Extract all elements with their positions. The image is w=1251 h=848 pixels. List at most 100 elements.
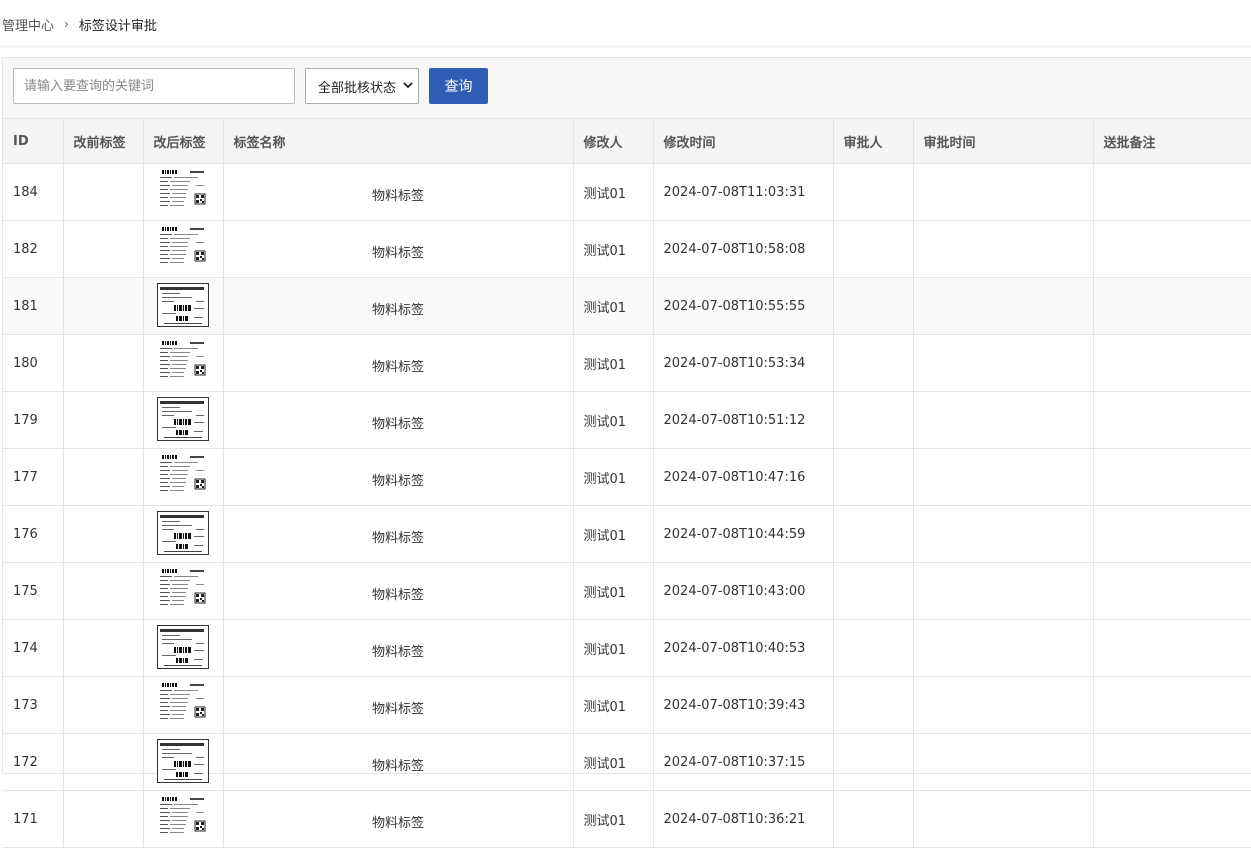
label-thumbnail[interactable]	[157, 282, 209, 327]
cell-label-name: 物料标签	[223, 562, 574, 620]
label-thumbnail[interactable]	[157, 453, 209, 497]
table-row[interactable]: 172 物料标签 测试01 2024-07-08T10:37:15	[3, 733, 1251, 791]
cell-after-label	[143, 619, 224, 677]
cell-modifier: 测试01	[573, 676, 654, 734]
cell-before-label	[63, 676, 144, 734]
cell-before-label	[63, 163, 144, 221]
cell-submit-note	[1093, 505, 1251, 563]
table-row[interactable]: 176 物料标签 测试01 2024-07-08T10:44:59	[3, 505, 1251, 563]
cell-modify-time: 2024-07-08T10:40:53	[653, 619, 834, 677]
header-divider	[0, 46, 1251, 47]
cell-submit-note	[1093, 220, 1251, 278]
cell-modify-time: 2024-07-08T11:03:31	[653, 163, 834, 221]
label-thumbnail[interactable]	[157, 168, 209, 212]
label-thumbnail[interactable]	[157, 396, 209, 441]
cell-id: 173	[3, 676, 64, 734]
cell-label-name: 物料标签	[223, 676, 574, 734]
cell-label-name: 物料标签	[223, 448, 574, 506]
cell-before-label	[63, 562, 144, 620]
cell-label-name: 物料标签	[223, 619, 574, 677]
cell-modify-time: 2024-07-08T10:58:08	[653, 220, 834, 278]
cell-approver	[833, 277, 914, 335]
column-header: 改后标签	[143, 119, 224, 164]
cell-id: 175	[3, 562, 64, 620]
cell-before-label	[63, 277, 144, 335]
label-thumbnail[interactable]	[157, 795, 209, 839]
cell-id: 174	[3, 619, 64, 677]
table-row[interactable]: 181 物料标签 测试01 2024-07-08T10:55:55	[3, 277, 1251, 335]
table-row[interactable]: 175 物料标签 测试01 2024-07-08T10:43:00	[3, 562, 1251, 620]
label-thumbnail[interactable]	[157, 681, 209, 725]
breadcrumb-root[interactable]: 管理中心	[2, 15, 54, 34]
cell-label-name: 物料标签	[223, 277, 574, 335]
table-row[interactable]: 179 物料标签 测试01 2024-07-08T10:51:12	[3, 391, 1251, 449]
cell-before-label	[63, 733, 144, 791]
cell-modifier: 测试01	[573, 334, 654, 392]
cell-id: 177	[3, 448, 64, 506]
cell-id: 176	[3, 505, 64, 563]
cell-submit-note	[1093, 562, 1251, 620]
cell-id: 180	[3, 334, 64, 392]
table-row[interactable]: 174 物料标签 测试01 2024-07-08T10:40:53	[3, 619, 1251, 677]
table-row[interactable]: 180 物料标签 测试01 2024-07-08T10:53:34	[3, 334, 1251, 392]
cell-after-label	[143, 334, 224, 392]
cell-modifier: 测试01	[573, 277, 654, 335]
query-button[interactable]: 查询	[429, 68, 488, 104]
cell-approve-time	[913, 334, 1094, 392]
cell-approve-time	[913, 391, 1094, 449]
cell-submit-note	[1093, 676, 1251, 734]
cell-submit-note	[1093, 733, 1251, 791]
cell-approve-time	[913, 505, 1094, 563]
cell-modify-time: 2024-07-08T10:47:16	[653, 448, 834, 506]
column-header: 改前标签	[63, 119, 144, 164]
cell-id: 182	[3, 220, 64, 278]
cell-approve-time	[913, 676, 1094, 734]
column-header: 标签名称	[223, 119, 574, 164]
table-row[interactable]: 177 物料标签 测试01 2024-07-08T10:47:16	[3, 448, 1251, 506]
label-thumbnail[interactable]	[157, 339, 209, 383]
cell-submit-note	[1093, 391, 1251, 449]
cell-label-name: 物料标签	[223, 220, 574, 278]
label-thumbnail[interactable]	[157, 567, 209, 611]
label-thumbnail[interactable]	[157, 624, 209, 669]
filter-toolbar: 全部批核状态 查询	[3, 58, 1251, 119]
cell-approver	[833, 391, 914, 449]
cell-label-name: 物料标签	[223, 505, 574, 563]
cell-modifier: 测试01	[573, 619, 654, 677]
column-header: 修改时间	[653, 119, 834, 164]
cell-after-label	[143, 391, 224, 449]
cell-approver	[833, 220, 914, 278]
label-thumbnail[interactable]	[157, 738, 209, 783]
label-thumbnail[interactable]	[157, 225, 209, 269]
cell-modify-time: 2024-07-08T10:39:43	[653, 676, 834, 734]
label-thumbnail[interactable]	[157, 510, 209, 555]
search-input[interactable]	[13, 68, 295, 104]
cell-modify-time: 2024-07-08T10:37:15	[653, 733, 834, 791]
cell-after-label	[143, 448, 224, 506]
cell-approve-time	[913, 448, 1094, 506]
cell-modify-time: 2024-07-08T10:55:55	[653, 277, 834, 335]
cell-approver	[833, 448, 914, 506]
table-row[interactable]: 184 物料标签 测试01 2024-07-08T11:03:31	[3, 163, 1251, 221]
table-row[interactable]: 173 物料标签 测试01 2024-07-08T10:39:43	[3, 676, 1251, 734]
status-select[interactable]: 全部批核状态	[305, 68, 419, 104]
table-row[interactable]: 182 物料标签 测试01 2024-07-08T10:58:08	[3, 220, 1251, 278]
cell-modify-time: 2024-07-08T10:44:59	[653, 505, 834, 563]
cell-approve-time	[913, 790, 1094, 848]
breadcrumb: 管理中心 › 标签设计审批	[2, 14, 157, 34]
column-header: ID	[3, 119, 64, 164]
cell-after-label	[143, 562, 224, 620]
cell-after-label	[143, 676, 224, 734]
column-header: 审批时间	[913, 119, 1094, 164]
breadcrumb-current: 标签设计审批	[78, 18, 157, 34]
cell-approve-time	[913, 163, 1094, 221]
cell-submit-note	[1093, 619, 1251, 677]
cell-id: 172	[3, 733, 64, 791]
cell-label-name: 物料标签	[223, 733, 574, 791]
table-row[interactable]: 171 物料标签 测试01 2024-07-08T10:36:21	[3, 790, 1251, 848]
cell-before-label	[63, 505, 144, 563]
cell-approver	[833, 676, 914, 734]
cell-modifier: 测试01	[573, 790, 654, 848]
approval-panel: 全部批核状态 查询 ID改前标签改后标签标签名称修改人修改时间审批人审批时间送批…	[2, 57, 1251, 848]
cell-submit-note	[1093, 334, 1251, 392]
